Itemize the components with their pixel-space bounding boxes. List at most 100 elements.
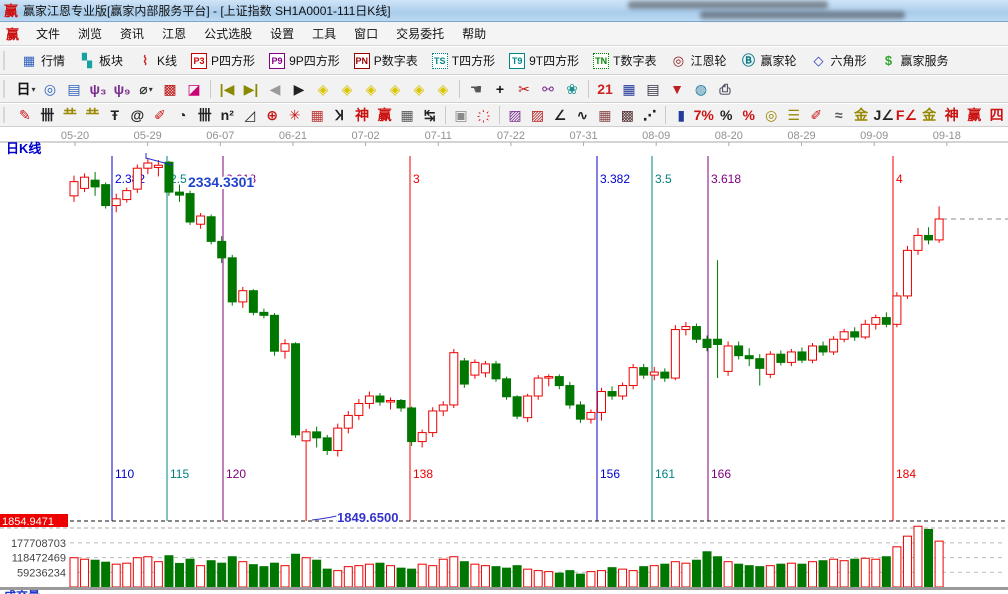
brush-2-button[interactable]: ✐ (805, 104, 827, 126)
time-circle-button[interactable]: ◔ (171, 104, 193, 126)
grid-plain-button[interactable]: ▦ (594, 104, 616, 126)
gold-gann-button[interactable]: 金 (850, 104, 872, 126)
web-link-button[interactable]: ◍ (689, 78, 713, 100)
p-square-button[interactable]: P3P四方形 (184, 49, 262, 72)
gold-angle-button[interactable]: 金 (918, 104, 940, 126)
gold-circle-button[interactable]: ◎ (760, 104, 782, 126)
menu-item-1[interactable]: 浏览 (69, 23, 111, 44)
prev-bar-button[interactable]: ◀ (263, 78, 287, 100)
last-bar-button[interactable]: ▶| (239, 78, 263, 100)
printer-button[interactable]: ⎙ (713, 78, 737, 100)
candle-body (397, 400, 405, 407)
kline-chart[interactable]: 1777087031184724695923623405-2005-2906-0… (0, 127, 1008, 594)
pattern-box-button[interactable]: ▩ (158, 78, 182, 100)
red-crosshair-button[interactable]: ⊕ (261, 104, 283, 126)
diamond-center-button[interactable]: ◈ (431, 78, 455, 100)
first-bar-button[interactable]: |◀ (215, 78, 239, 100)
red-grid-pen-button[interactable]: ▨ (526, 104, 548, 126)
angle-lines-button[interactable]: ∠ (549, 104, 571, 126)
star-grid-button[interactable]: ✳ (283, 104, 305, 126)
hand-tool-button[interactable]: ☚ (464, 78, 488, 100)
spiral-button[interactable]: @ (126, 104, 148, 126)
wave-9-button[interactable]: ψ₉ (110, 78, 134, 100)
ruler-button[interactable]: 卌 (194, 104, 216, 126)
9p-square-button[interactable]: P99P四方形 (262, 49, 347, 72)
red-rays-button[interactable]: ҉ (472, 104, 494, 126)
calendar-button[interactable]: 21 (593, 78, 617, 100)
j-angle-button[interactable]: J∠ (872, 104, 894, 126)
t-number-table-button[interactable]: TNT数字表 (586, 49, 663, 72)
h-arrows-button[interactable]: ↹ (418, 104, 440, 126)
grid-box-button[interactable]: ▦ (306, 104, 328, 126)
zigzag-button[interactable]: ∿ (571, 104, 593, 126)
p-number-table-button[interactable]: PNP数字表 (347, 49, 425, 72)
percent-button[interactable]: % (715, 104, 737, 126)
candle-style-button[interactable]: ⌀▾ (134, 78, 158, 100)
bar-meter-button[interactable]: ▮ (670, 104, 692, 126)
gann-comb-button[interactable]: 卌 (36, 104, 58, 126)
grid-123-button[interactable]: ▦ (396, 104, 418, 126)
red-brush-button[interactable]: ✐ (149, 104, 171, 126)
fan-lines-button[interactable]: ⋰ (639, 104, 661, 126)
9t-square-button[interactable]: T99T四方形 (502, 49, 586, 72)
ying-angle-button[interactable]: 赢 (963, 104, 985, 126)
layout-box-button[interactable]: ▣ (450, 104, 472, 126)
menu-item-7[interactable]: 窗口 (345, 23, 387, 44)
kline-button[interactable]: ⌇K线 (130, 49, 184, 72)
f-angle-button[interactable]: F∠ (895, 104, 918, 126)
diamond-expand-button[interactable]: ◈ (407, 78, 431, 100)
menu-item-9[interactable]: 帮助 (453, 23, 495, 44)
gold-grid-1-button[interactable]: 龷 (59, 104, 81, 126)
menu-item-8[interactable]: 交易委托 (387, 23, 453, 44)
angle-tool-button[interactable]: ◿ (239, 104, 261, 126)
gann-wheel-button[interactable]: ◎江恩轮 (663, 49, 733, 72)
notes-button[interactable]: ▤ (641, 78, 665, 100)
shen-tool-button[interactable]: 神 (351, 104, 373, 126)
winner-service-button[interactable]: $赢家服务 (874, 49, 956, 72)
f-ruler-button[interactable]: Ŧ (104, 104, 126, 126)
menu-item-6[interactable]: 工具 (303, 23, 345, 44)
winner-wheel-button[interactable]: Ⓑ赢家轮 (733, 49, 803, 72)
p-square-label: P四方形 (211, 52, 255, 69)
sectors-button[interactable]: ▚板块 (72, 49, 130, 72)
ying-tool-button[interactable]: 赢 (373, 104, 395, 126)
mark-tool-button[interactable]: ⚯ (536, 78, 560, 100)
gold-grid-2-button[interactable]: 龷 (81, 104, 103, 126)
menu-item-3[interactable]: 江恩 (153, 23, 195, 44)
k-mark-button[interactable]: Ʞ (328, 104, 350, 126)
next-bar-button[interactable]: ▶ (287, 78, 311, 100)
info-panel-button[interactable]: ▤ (62, 78, 86, 100)
save-button[interactable]: ▼ (665, 78, 689, 100)
purple-grid-pen-button[interactable]: ▨ (504, 104, 526, 126)
crosshair-tool-button[interactable]: + (488, 78, 512, 100)
menu-item-4[interactable]: 公式选股 (195, 23, 261, 44)
period-selector-button[interactable]: 日▾ (14, 78, 38, 100)
shen-angle-button[interactable]: 神 (940, 104, 962, 126)
histogram-button[interactable]: ◪ (182, 78, 206, 100)
percent-line-button[interactable]: % (737, 104, 759, 126)
n-squared-button[interactable]: n² (216, 104, 238, 126)
wave-channel-button[interactable]: ≈ (827, 104, 849, 126)
diamond-hmove-button[interactable]: ◈ (359, 78, 383, 100)
calculator-button[interactable]: ▦ (617, 78, 641, 100)
wave-3-button[interactable]: ψ₃ (86, 78, 110, 100)
menu-item-0[interactable]: 文件 (27, 23, 69, 44)
zoom-view-button[interactable]: ◎ (38, 78, 62, 100)
menu-item-2[interactable]: 资讯 (111, 23, 153, 44)
hexagon-button[interactable]: ◇六角形 (804, 49, 874, 72)
cut-tool-button[interactable]: ✂ (512, 78, 536, 100)
quotes-button[interactable]: ▦行情 (14, 49, 72, 72)
t-square-button[interactable]: TST四方形 (425, 49, 502, 72)
diamond-left-button[interactable]: ◈ (311, 78, 335, 100)
percent-7-button[interactable]: 7% (693, 104, 715, 126)
candle-body (471, 362, 479, 375)
menu-item-5[interactable]: 设置 (261, 23, 303, 44)
diamond-right-button[interactable]: ◈ (335, 78, 359, 100)
grid-box-2-button[interactable]: ▩ (616, 104, 638, 126)
gold-bars-button[interactable]: ☰ (782, 104, 804, 126)
candle-body (534, 378, 542, 396)
diamond-cross-button[interactable]: ◈ (383, 78, 407, 100)
brain-tool-button[interactable]: ❀ (560, 78, 584, 100)
si-partial-button[interactable]: 四 (985, 104, 1007, 126)
red-pen-button[interactable]: ✎ (14, 104, 36, 126)
